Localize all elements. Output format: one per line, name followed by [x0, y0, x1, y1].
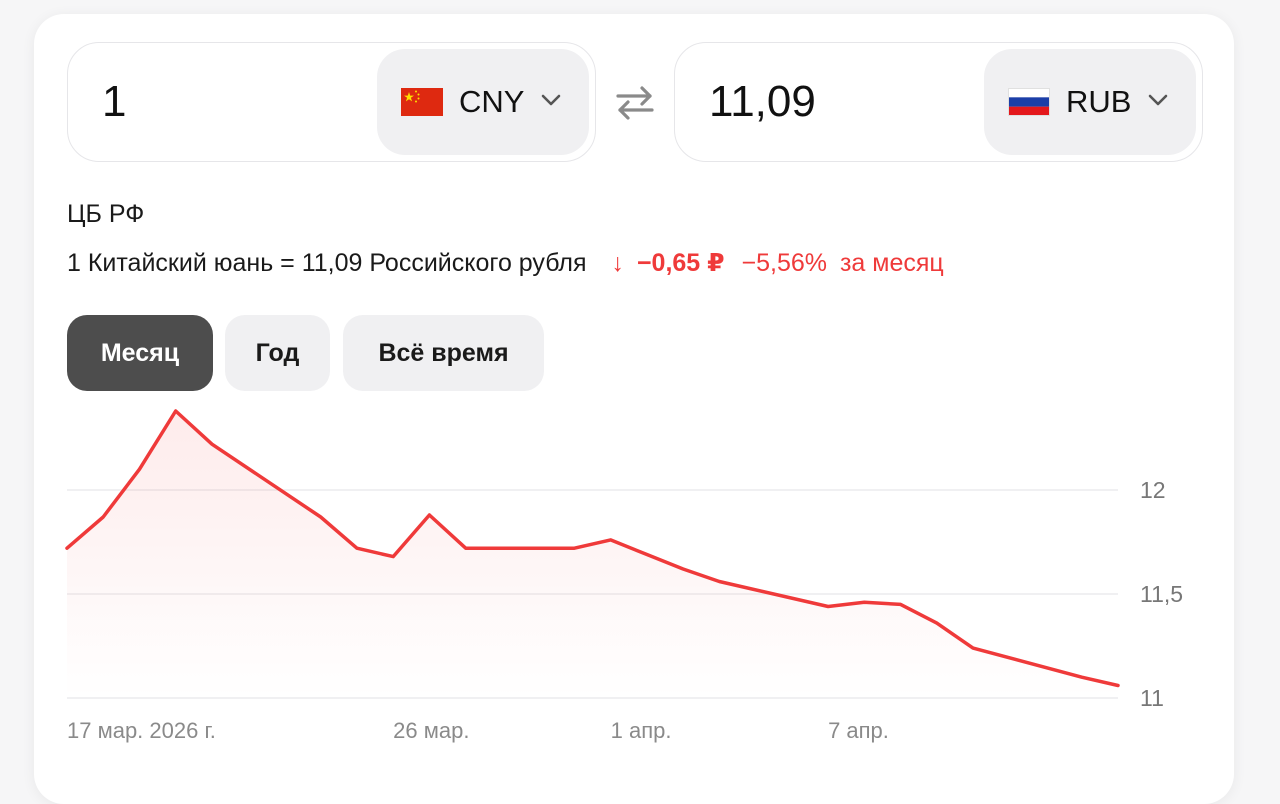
- from-currency-code: CNY: [459, 84, 525, 119]
- from-amount-field[interactable]: 1 CNY: [67, 42, 596, 162]
- y-tick-label: 11,5: [1140, 581, 1183, 607]
- change-percent: −5,56%: [741, 249, 828, 277]
- change-absolute: −0,65 ₽: [636, 249, 725, 277]
- from-amount-input[interactable]: 1: [102, 43, 126, 161]
- to-amount-input[interactable]: 11,09: [709, 43, 816, 161]
- down-arrow-icon: ↓: [611, 249, 624, 277]
- to-currency-select[interactable]: RUB: [984, 49, 1196, 155]
- x-tick-label: 1 апр.: [611, 718, 672, 743]
- tab-all-time[interactable]: Всё время: [343, 315, 544, 391]
- chevron-down-icon: [541, 93, 561, 107]
- y-tick-label: 12: [1140, 477, 1166, 503]
- rate-chart: 12 11,5 11 17 мар. 2026 г. 26 мар. 1 апр. 7 а…: [65, 409, 1183, 743]
- rate-description: 1 Китайский юань = 11,09 Российского руб…: [67, 249, 587, 277]
- to-amount-field[interactable]: 11,09 RUB: [674, 42, 1203, 162]
- rate-description-line: 1 Китайский юань = 11,09 Российского руб…: [67, 248, 944, 278]
- x-tick-label: 17 мар. 2026 г.: [67, 718, 216, 743]
- rate-source: ЦБ РФ: [67, 200, 145, 228]
- x-tick-label: 7 апр.: [828, 718, 889, 743]
- from-currency-select[interactable]: CNY: [377, 49, 589, 155]
- tab-year[interactable]: Год: [225, 315, 330, 391]
- to-currency-code: RUB: [1066, 84, 1132, 119]
- x-tick-label: 26 мар.: [393, 718, 469, 743]
- swap-arrows-icon[interactable]: [614, 84, 656, 122]
- change-period: за месяц: [839, 249, 944, 277]
- y-tick-label: 11: [1140, 685, 1164, 711]
- chevron-down-icon: [1148, 93, 1168, 107]
- tab-month[interactable]: Месяц: [67, 315, 213, 391]
- china-flag-icon: [401, 88, 443, 116]
- russia-flag-icon: [1008, 88, 1050, 116]
